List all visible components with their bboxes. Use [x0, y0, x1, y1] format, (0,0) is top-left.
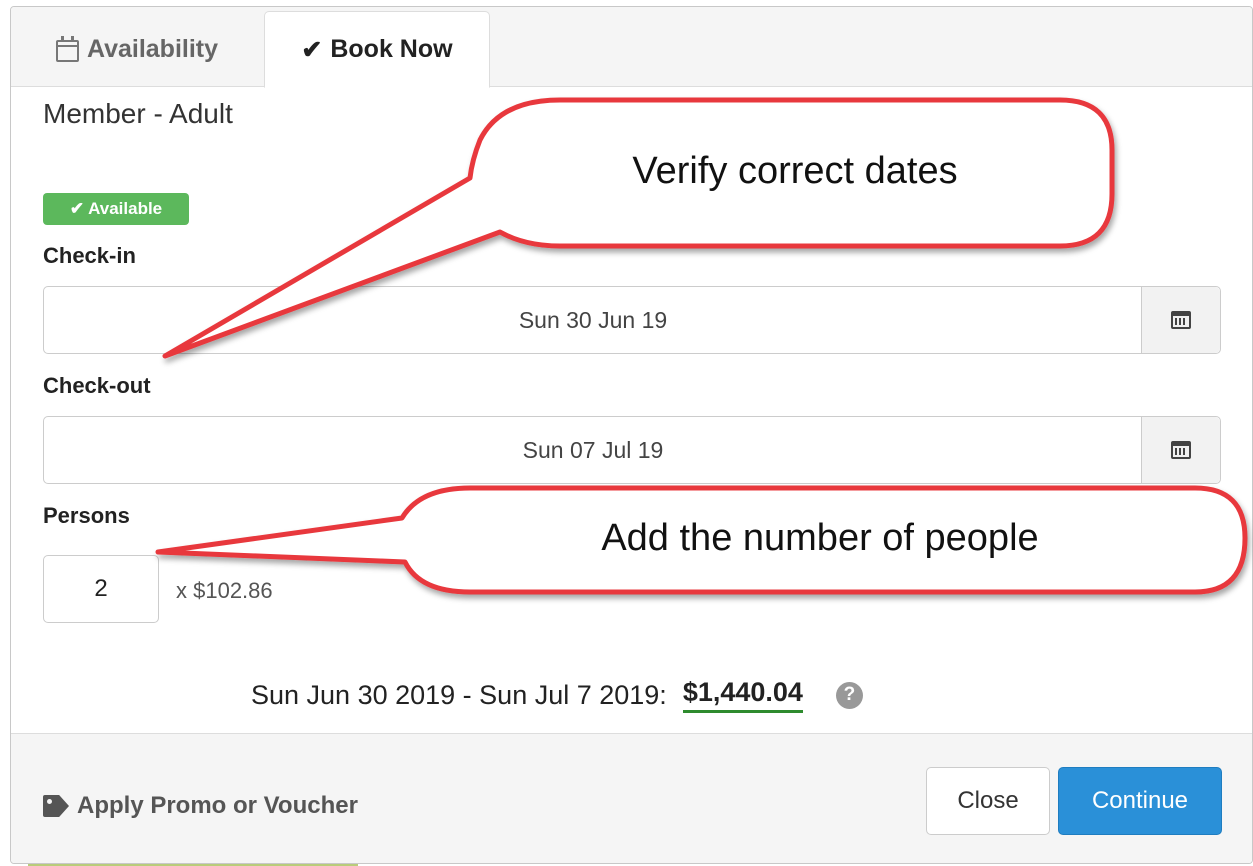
dates-callout-text: Verify correct dates [632, 150, 958, 192]
dates-callout-bubble [162, 97, 1115, 359]
annotation-callouts [155, 97, 1248, 595]
people-callout-text: Add the number of people [601, 517, 1039, 559]
